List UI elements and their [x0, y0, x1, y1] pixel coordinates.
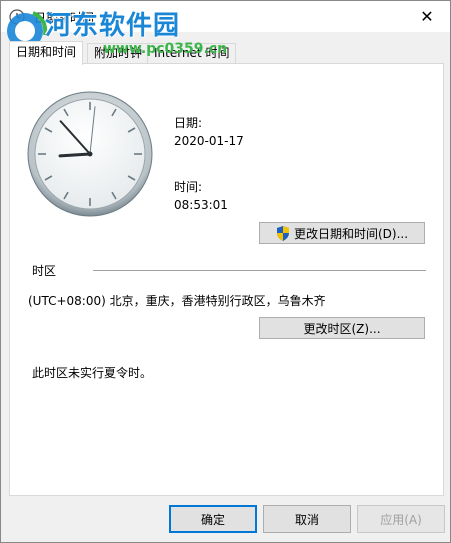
tab-internet-time[interactable]: Internet 时间 [147, 43, 237, 63]
analog-clock [27, 91, 153, 217]
tab-additional-clocks[interactable]: 附加时钟 [87, 43, 150, 63]
apply-button[interactable]: 应用(A) [357, 505, 445, 533]
window-title: 日期和时间 [34, 11, 95, 25]
clock-app-icon [9, 9, 25, 25]
close-icon: ✕ [420, 7, 434, 26]
cancel-button[interactable]: 取消 [263, 505, 351, 533]
change-date-time-label: 更改日期和时间(D)... [293, 226, 409, 241]
ok-label: 确定 [200, 512, 225, 527]
timezone-separator [93, 270, 426, 271]
date-time-dialog: 日期和时间 ✕ 日期和时间 附加时钟 Internet 时间 日期: 2020-… [0, 0, 451, 543]
ok-button[interactable]: 确定 [169, 505, 257, 533]
uac-shield-icon [276, 225, 289, 241]
cancel-label: 取消 [294, 512, 319, 527]
tab-date-time[interactable]: 日期和时间 [9, 41, 84, 65]
change-date-time-button[interactable]: 更改日期和时间(D)... [259, 222, 425, 244]
date-label: 日期: [174, 116, 203, 130]
close-button[interactable]: ✕ [404, 1, 450, 32]
change-timezone-button[interactable]: 更改时区(Z)... [259, 317, 425, 339]
time-label: 时间: [174, 180, 203, 194]
timezone-section-label: 时区 [32, 264, 57, 278]
hour-hand [58, 152, 92, 158]
change-timezone-label: 更改时区(Z)... [303, 321, 381, 336]
timezone-value: (UTC+08:00) 北京，重庆，香港特别行政区，乌鲁木齐 [28, 294, 326, 308]
dst-note: 此时区未实行夏令时。 [32, 366, 153, 380]
time-value: 08:53:01 [174, 198, 228, 212]
title-bar: 日期和时间 ✕ [1, 1, 450, 32]
apply-label: 应用(A) [380, 512, 422, 527]
tab-panel: 日期: 2020-01-17 时间: 08:53:01 更改日期和时间(D)..… [9, 63, 444, 496]
date-value: 2020-01-17 [174, 134, 244, 148]
